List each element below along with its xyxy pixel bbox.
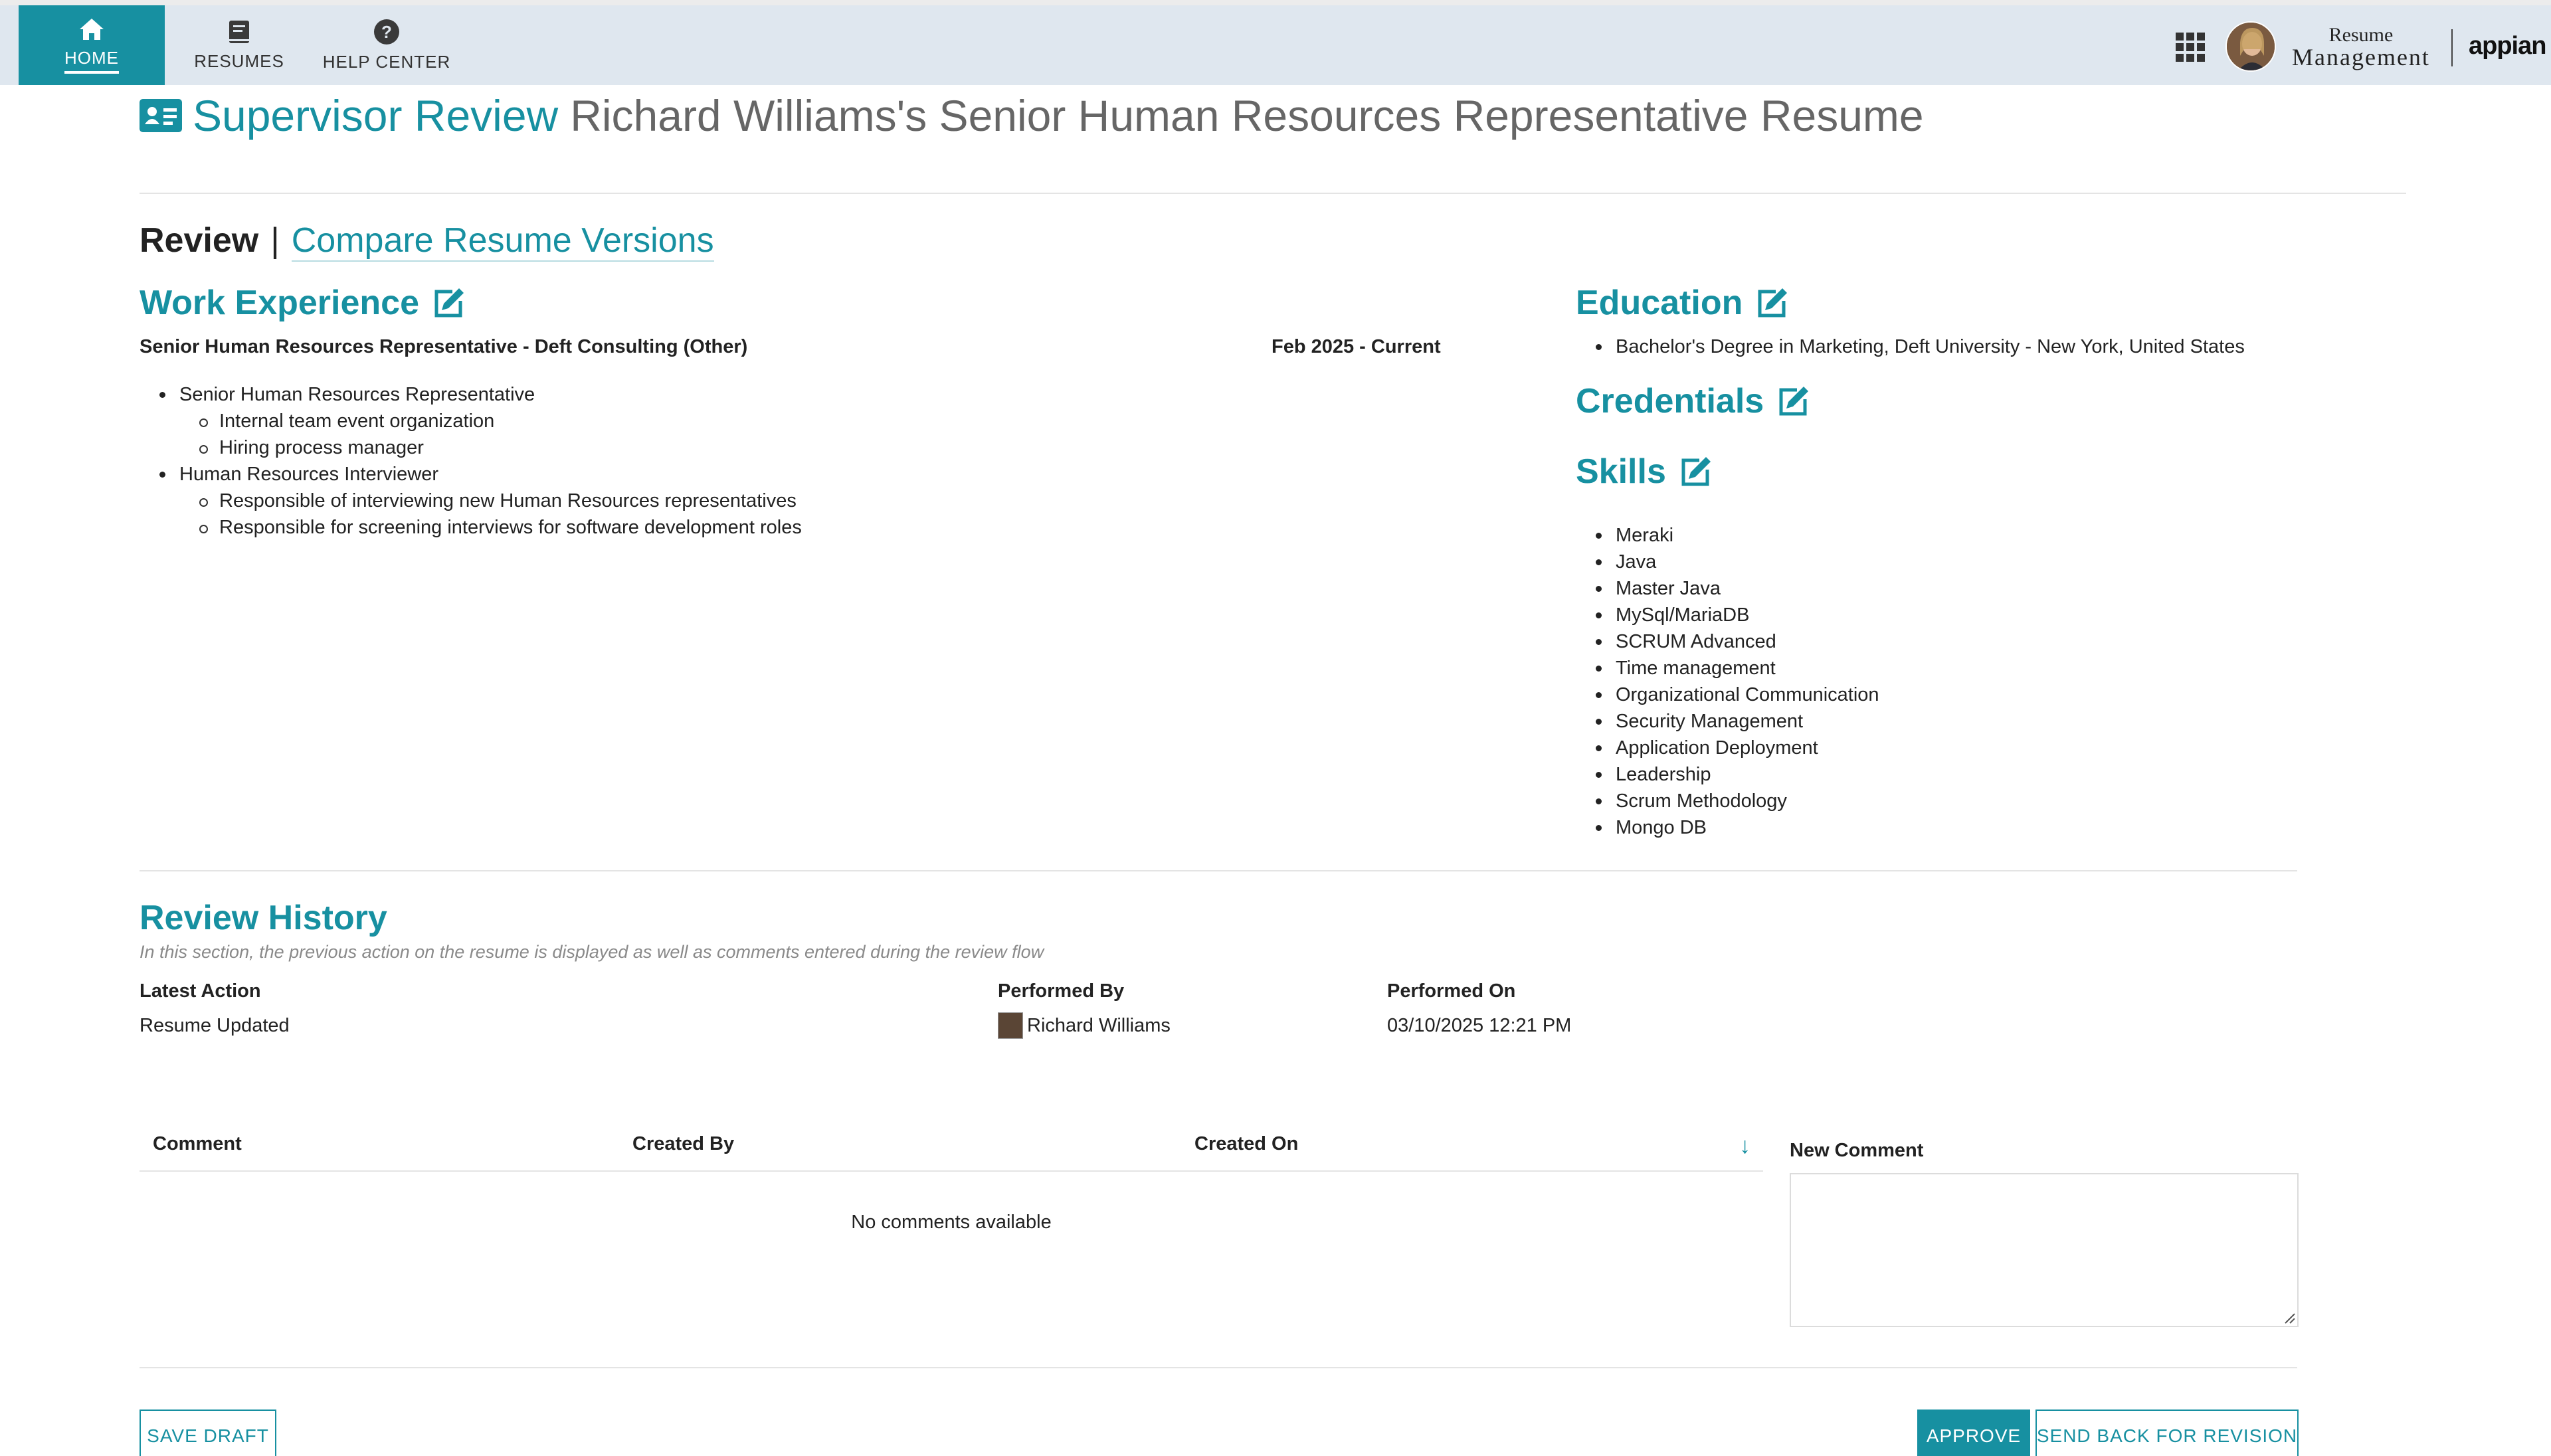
review-history-description: In this section, the previous action on … — [140, 942, 1044, 962]
education-heading: Education — [1576, 283, 1789, 323]
edit-icon[interactable] — [1756, 286, 1789, 319]
new-comment-input[interactable] — [1790, 1173, 2299, 1327]
list-item: Human Resources Interviewer — [140, 461, 802, 488]
performed-by: Richard Williams — [998, 1012, 1171, 1039]
nav-tab-home[interactable]: HOME — [19, 5, 165, 85]
brand-logo: Resume Management — [2292, 24, 2430, 70]
page-title-subtitle: Richard Williams's Senior Human Resource… — [570, 91, 1924, 140]
user-avatar[interactable] — [2225, 21, 2276, 72]
new-comment-label: New Comment — [1790, 1140, 1924, 1161]
list-item: Bachelor's Degree in Marketing, Deft Uni… — [1576, 333, 2245, 360]
list-item: Leadership — [1576, 761, 1879, 788]
divider — [140, 1367, 2297, 1368]
page-title: Supervisor Review Richard Williams's Sen… — [140, 90, 1924, 141]
job-dates: Feb 2025 - Current — [1272, 336, 1441, 357]
review-history-heading: Review History — [140, 898, 387, 938]
list-item: Internal team event organization — [140, 408, 802, 434]
column-header-comment[interactable]: Comment — [153, 1133, 242, 1155]
divider — [140, 193, 2406, 194]
list-item: Responsible of interviewing new Human Re… — [140, 488, 802, 514]
column-header-created-on[interactable]: Created On — [1194, 1133, 1298, 1155]
list-item: Security Management — [1576, 708, 1879, 735]
job-title: Senior Human Resources Representative - … — [140, 336, 748, 357]
app-grid-icon[interactable] — [2175, 32, 2206, 62]
nav-tab-label: RESUMES — [194, 50, 284, 71]
page-title-main: Supervisor Review — [193, 91, 559, 140]
home-icon — [78, 17, 105, 41]
resize-handle-icon[interactable] — [2283, 1311, 2296, 1324]
edit-icon[interactable] — [1679, 455, 1713, 488]
nav-tab-label: HOME — [64, 48, 119, 74]
list-item: Time management — [1576, 655, 1879, 682]
list-item: Mongo DB — [1576, 814, 1879, 841]
top-border — [0, 0, 2551, 5]
performed-by-value[interactable]: Richard Williams — [1027, 1015, 1171, 1037]
latest-action-label: Latest Action — [140, 980, 261, 1002]
help-circle-icon: ? — [373, 19, 400, 45]
list-item: SCRUM Advanced — [1576, 628, 1879, 655]
send-back-for-revision-button[interactable]: SEND BACK FOR REVISION — [2035, 1410, 2299, 1456]
performed-on-label: Performed On — [1387, 980, 1516, 1002]
edit-icon[interactable] — [1777, 385, 1810, 418]
performed-on-value: 03/10/2025 12:21 PM — [1387, 1015, 1572, 1036]
list-item: Responsible for screening interviews for… — [140, 514, 802, 541]
section-title: Review History — [140, 899, 387, 937]
latest-action-value: Resume Updated — [140, 1015, 290, 1036]
save-draft-button[interactable]: SAVE DRAFT — [140, 1410, 276, 1456]
work-experience-heading: Work Experience — [140, 283, 466, 323]
nav-tab-help-center[interactable]: ? HELP CENTER — [312, 5, 461, 85]
user-avatar — [998, 1012, 1023, 1039]
column-header-created-by[interactable]: Created By — [632, 1133, 734, 1155]
review-tab-switcher: Review | Compare Resume Versions — [140, 221, 714, 262]
section-title: Education — [1576, 284, 1743, 322]
nav-tab-label: HELP CENTER — [322, 51, 451, 72]
list-item: Application Deployment — [1576, 735, 1879, 761]
section-title: Skills — [1576, 452, 1666, 491]
credentials-heading: Credentials — [1576, 381, 1810, 421]
list-item: Meraki — [1576, 522, 1879, 549]
comments-grid-header: Comment Created By Created On ↓ — [140, 1124, 1763, 1172]
tab-separator: | — [270, 221, 280, 260]
list-item: Scrum Methodology — [1576, 788, 1879, 814]
section-title: Work Experience — [140, 284, 420, 322]
list-item: Senior Human Resources Representative — [140, 381, 802, 408]
vendor-logo: appian — [2469, 32, 2546, 60]
edit-icon[interactable] — [432, 286, 466, 319]
skills-heading: Skills — [1576, 452, 1713, 492]
divider — [140, 870, 2297, 871]
tab-review: Review — [140, 221, 259, 260]
nav-tab-resumes[interactable]: RESUMES — [166, 5, 312, 85]
tab-compare-resume-versions[interactable]: Compare Resume Versions — [291, 221, 714, 262]
arrow-down-icon[interactable]: ↓ — [1739, 1133, 1750, 1159]
brand-divider — [2451, 29, 2453, 66]
list-item: Master Java — [1576, 575, 1879, 602]
svg-text:?: ? — [381, 22, 392, 42]
list-item: Organizational Communication — [1576, 682, 1879, 708]
book-icon — [228, 19, 250, 45]
education-list: Bachelor's Degree in Marketing, Deft Uni… — [1576, 333, 2245, 360]
skills-list: Meraki Java Master Java MySql/MariaDB SC… — [1576, 522, 1879, 841]
approve-button[interactable]: APPROVE — [1917, 1410, 2030, 1456]
list-item: Hiring process manager — [140, 434, 802, 461]
id-card-icon — [140, 99, 182, 132]
list-item: MySql/MariaDB — [1576, 602, 1879, 628]
comments-empty-state: No comments available — [851, 1212, 1052, 1233]
work-experience-list: Senior Human Resources Representative In… — [140, 381, 802, 541]
list-item: Java — [1576, 549, 1879, 575]
section-title: Credentials — [1576, 382, 1764, 420]
top-navigation-bar: HOME RESUMES ? HELP CENTER Resume Manage… — [0, 5, 2551, 85]
performed-by-label: Performed By — [998, 980, 1125, 1002]
